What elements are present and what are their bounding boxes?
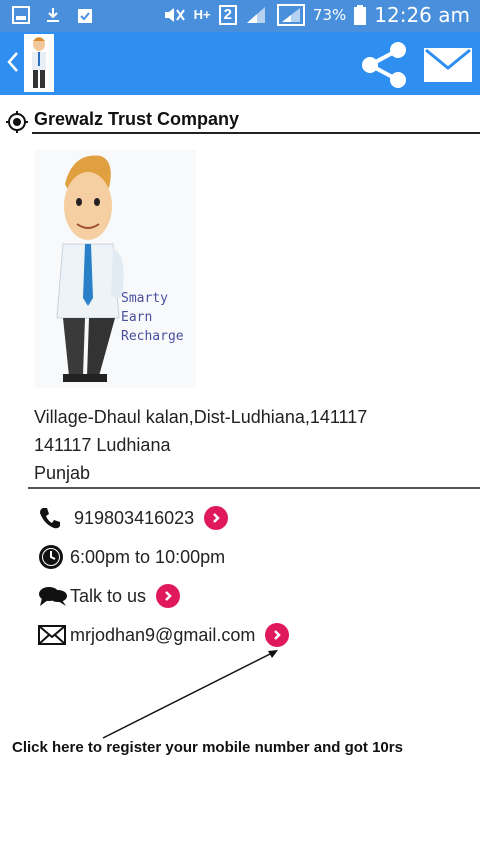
phone-number[interactable]: 919803416023 <box>74 508 194 529</box>
battery-percent: 73% <box>312 6 347 24</box>
talk-to-us-label[interactable]: Talk to us <box>70 586 146 607</box>
back-icon[interactable] <box>6 50 20 74</box>
email-row[interactable]: mrjodhan9@gmail.com <box>38 620 290 650</box>
chat-row[interactable]: Talk to us <box>38 581 181 611</box>
status-bar: H+ 2 73% 12:26 am <box>0 0 480 32</box>
location-target-icon <box>6 111 28 133</box>
chevron-right-icon <box>213 513 220 523</box>
business-hours: 6:00pm to 10:00pm <box>70 546 226 567</box>
mail-icon[interactable] <box>424 46 472 84</box>
chevron-right-icon <box>274 630 282 640</box>
chat-icon <box>39 587 67 606</box>
chevron-right-icon <box>165 591 172 601</box>
company-header: Grewalz Trust Company <box>6 108 480 134</box>
company-underline <box>32 132 480 134</box>
phone-icon <box>40 508 60 529</box>
illustration-text-3: Recharge <box>121 329 184 344</box>
illustration-text-1: Smarty <box>121 291 168 306</box>
address-line-1: Village-Dhaul kalan,Dist-Ludhiana,141117 <box>34 407 368 427</box>
signal-icon <box>246 7 265 23</box>
company-name: Grewalz Trust Company <box>34 109 240 129</box>
network-type-label: H+ <box>193 7 211 22</box>
download-icon <box>47 8 59 22</box>
email-go-button[interactable] <box>265 623 290 647</box>
address-block: Village-Dhaul kalan,Dist-Ludhiana,141117… <box>34 403 367 487</box>
address-line-2: 141117 Ludhiana <box>34 435 171 455</box>
app-logo[interactable] <box>24 34 54 92</box>
section-divider <box>28 487 480 489</box>
address-line-3: Punjab <box>34 463 91 483</box>
email-address[interactable]: mrjodhan9@gmail.com <box>70 625 255 646</box>
phone-row[interactable]: 919803416023 <box>38 503 229 533</box>
notification-icons <box>12 6 94 24</box>
email-icon <box>38 625 66 645</box>
signal-icon-2 <box>276 4 305 26</box>
clock: 12:26 am <box>374 3 470 27</box>
clock-icon <box>39 545 63 569</box>
app-bar <box>0 32 480 95</box>
register-hint[interactable]: Click here to register your mobile numbe… <box>12 739 403 756</box>
mute-icon <box>164 8 185 22</box>
phone-go-button[interactable] <box>204 506 229 530</box>
mascot-illustration: Smarty Earn Recharge <box>33 148 198 390</box>
system-indicators: H+ 2 73% 12:26 am <box>162 3 470 27</box>
chat-go-button[interactable] <box>156 584 181 608</box>
share-icon[interactable] <box>360 42 408 88</box>
battery-icon <box>354 5 367 25</box>
sim-badge: 2 <box>218 5 237 25</box>
hours-row: 6:00pm to 10:00pm <box>38 542 225 572</box>
illustration-text-2: Earn <box>121 310 152 325</box>
gallery-notification-icon <box>12 6 30 24</box>
clipboard-check-icon <box>78 9 92 23</box>
